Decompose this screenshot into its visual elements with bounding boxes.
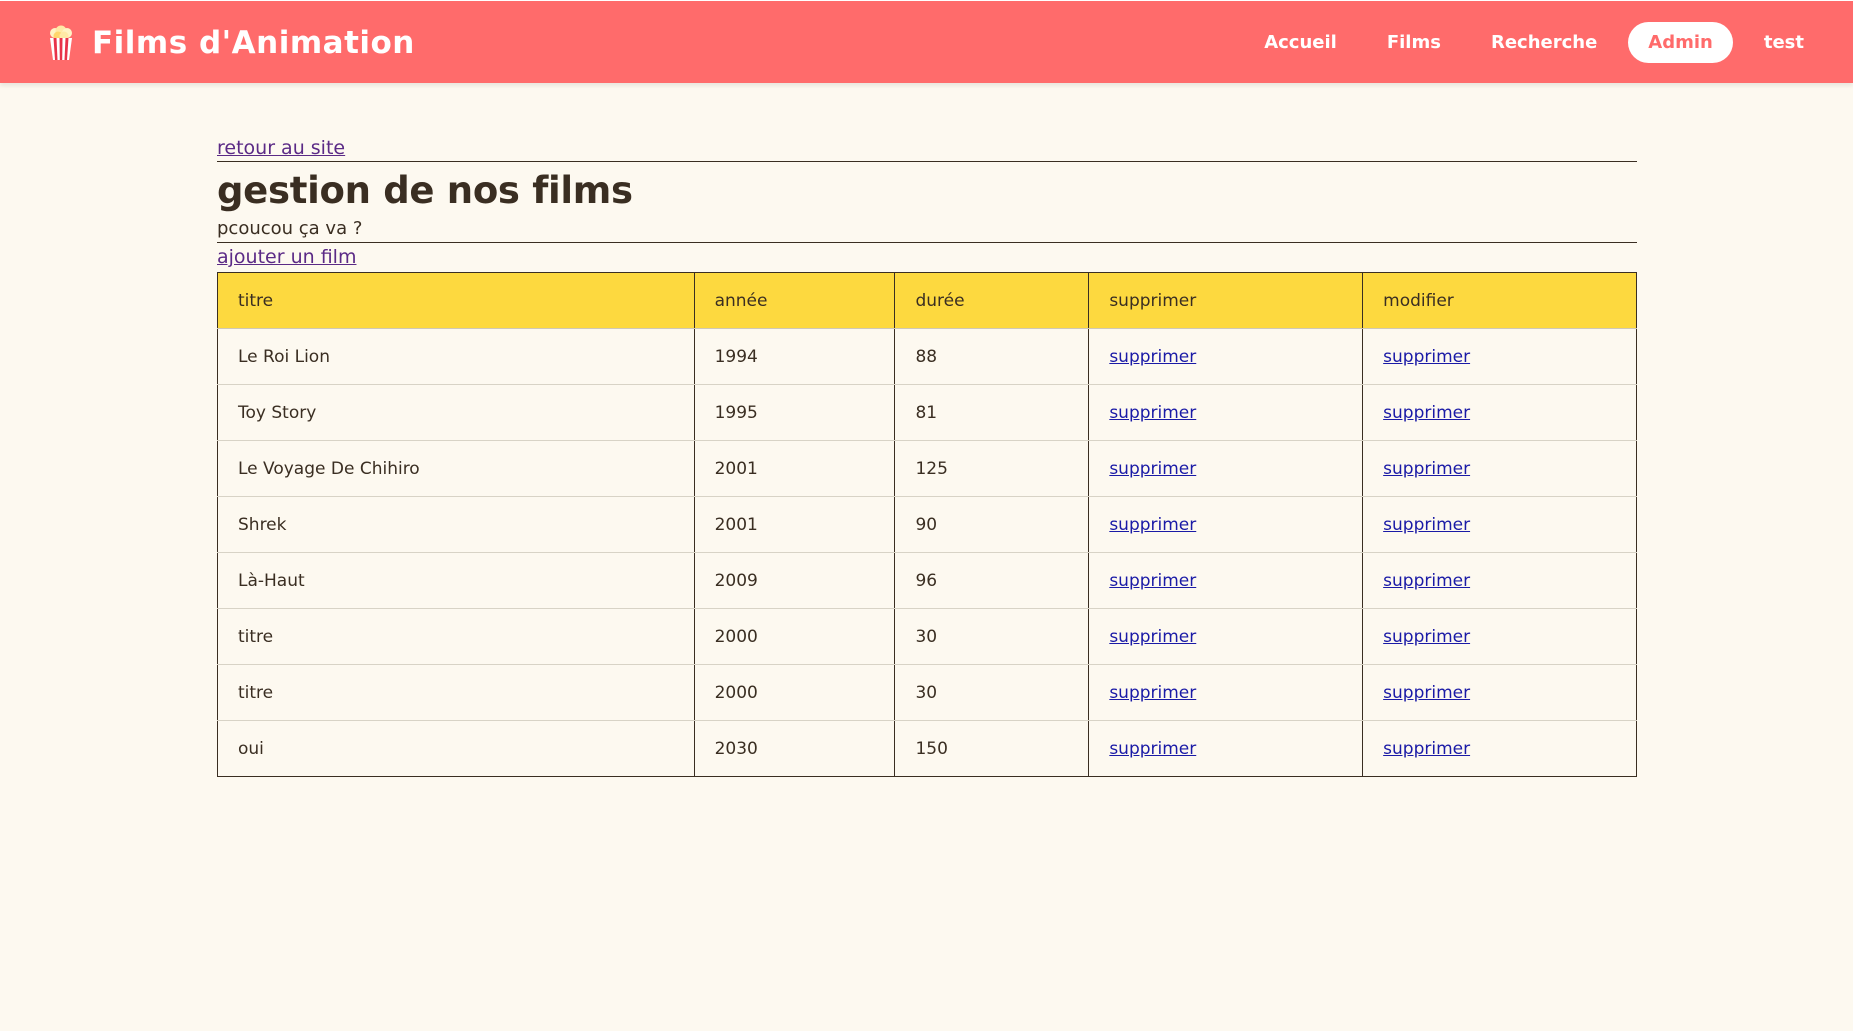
cell-modifier: supprimer [1362,496,1637,553]
page-title: gestion de nos films [217,169,633,212]
cell-modifier: supprimer [1362,608,1637,665]
main-nav: Accueil Films Recherche Admin test [1239,1,1829,84]
delete-link[interactable]: supprimer [1109,515,1196,535]
page-subtitle: pcoucou ça va ? [217,216,1637,243]
cell-supprimer: supprimer [1088,720,1363,777]
cell-supprimer: supprimer [1088,440,1363,497]
delete-link[interactable]: supprimer [1109,627,1196,647]
cell-titre: Là-Haut [217,552,695,609]
cell-modifier: supprimer [1362,720,1637,777]
edit-link[interactable]: supprimer [1383,515,1470,535]
add-film-link[interactable]: ajouter un film [217,243,356,272]
nav-test[interactable]: test [1739,22,1829,63]
cell-supprimer: supprimer [1088,496,1363,553]
cell-titre: titre [217,608,695,665]
delete-link[interactable]: supprimer [1109,347,1196,367]
edit-link[interactable]: supprimer [1383,459,1470,479]
delete-link[interactable]: supprimer [1109,571,1196,591]
edit-link[interactable]: supprimer [1383,683,1470,703]
cell-modifier: supprimer [1362,440,1637,497]
cell-duree: 88 [894,328,1089,385]
films-table: titre année durée supprimer modifier Le … [217,272,1637,777]
cell-annee: 2030 [693,720,895,777]
cell-annee: 1995 [693,384,895,441]
cell-modifier: supprimer [1362,664,1637,721]
cell-duree: 150 [894,720,1089,777]
nav-films[interactable]: Films [1362,22,1466,63]
cell-titre: Le Voyage De Chihiro [217,440,695,497]
cell-titre: Shrek [217,496,695,553]
column-header-annee: année [693,272,895,329]
nav-accueil[interactable]: Accueil [1239,22,1362,63]
edit-link[interactable]: supprimer [1383,403,1470,423]
nav-recherche[interactable]: Recherche [1466,22,1622,63]
cell-supprimer: supprimer [1088,664,1363,721]
admin-content: retour au site gestion de nos films pcou… [217,136,1637,777]
cell-duree: 30 [894,608,1089,665]
table-row: Shrek 2001 90 supprimer supprimer [217,496,1637,553]
cell-duree: 96 [894,552,1089,609]
cell-duree: 81 [894,384,1089,441]
table-row: Le Roi Lion 1994 88 supprimer supprimer [217,328,1637,385]
table-header-row: titre année durée supprimer modifier [217,272,1637,329]
cell-modifier: supprimer [1362,384,1637,441]
cell-duree: 125 [894,440,1089,497]
edit-link[interactable]: supprimer [1383,571,1470,591]
cell-supprimer: supprimer [1088,608,1363,665]
cell-annee: 1994 [693,328,895,385]
column-header-duree: durée [894,272,1089,329]
table-row: Le Voyage De Chihiro 2001 125 supprimer … [217,440,1637,497]
cell-supprimer: supprimer [1088,552,1363,609]
cell-annee: 2000 [693,608,895,665]
cell-supprimer: supprimer [1088,328,1363,385]
edit-link[interactable]: supprimer [1383,627,1470,647]
table-row: titre 2000 30 supprimer supprimer [217,664,1637,721]
delete-link[interactable]: supprimer [1109,459,1196,479]
brand-link[interactable]: Films d'Animation [46,1,415,84]
edit-link[interactable]: supprimer [1383,347,1470,367]
cell-annee: 2000 [693,664,895,721]
cell-duree: 30 [894,664,1089,721]
column-header-modifier: modifier [1362,272,1637,329]
nav-admin[interactable]: Admin [1628,22,1733,63]
table-row: titre 2000 30 supprimer supprimer [217,608,1637,665]
delete-link[interactable]: supprimer [1109,739,1196,759]
popcorn-icon [50,25,72,60]
cell-titre: Toy Story [217,384,695,441]
edit-link[interactable]: supprimer [1383,739,1470,759]
table-row: Là-Haut 2009 96 supprimer supprimer [217,552,1637,609]
cell-supprimer: supprimer [1088,384,1363,441]
cell-annee: 2001 [693,496,895,553]
column-header-titre: titre [217,272,695,329]
cell-duree: 90 [894,496,1089,553]
back-to-site-link[interactable]: retour au site [217,136,1637,162]
cell-modifier: supprimer [1362,552,1637,609]
cell-annee: 2001 [693,440,895,497]
cell-titre: titre [217,664,695,721]
back-to-site-label[interactable]: retour au site [217,137,345,159]
top-navbar: Films d'Animation Accueil Films Recherch… [0,0,1853,83]
delete-link[interactable]: supprimer [1109,403,1196,423]
table-row: oui 2030 150 supprimer supprimer [217,720,1637,777]
cell-titre: oui [217,720,695,777]
delete-link[interactable]: supprimer [1109,683,1196,703]
cell-modifier: supprimer [1362,328,1637,385]
brand-title: Films d'Animation [92,24,415,61]
table-row: Toy Story 1995 81 supprimer supprimer [217,384,1637,441]
cell-annee: 2009 [693,552,895,609]
column-header-supprimer: supprimer [1088,272,1363,329]
cell-titre: Le Roi Lion [217,328,695,385]
